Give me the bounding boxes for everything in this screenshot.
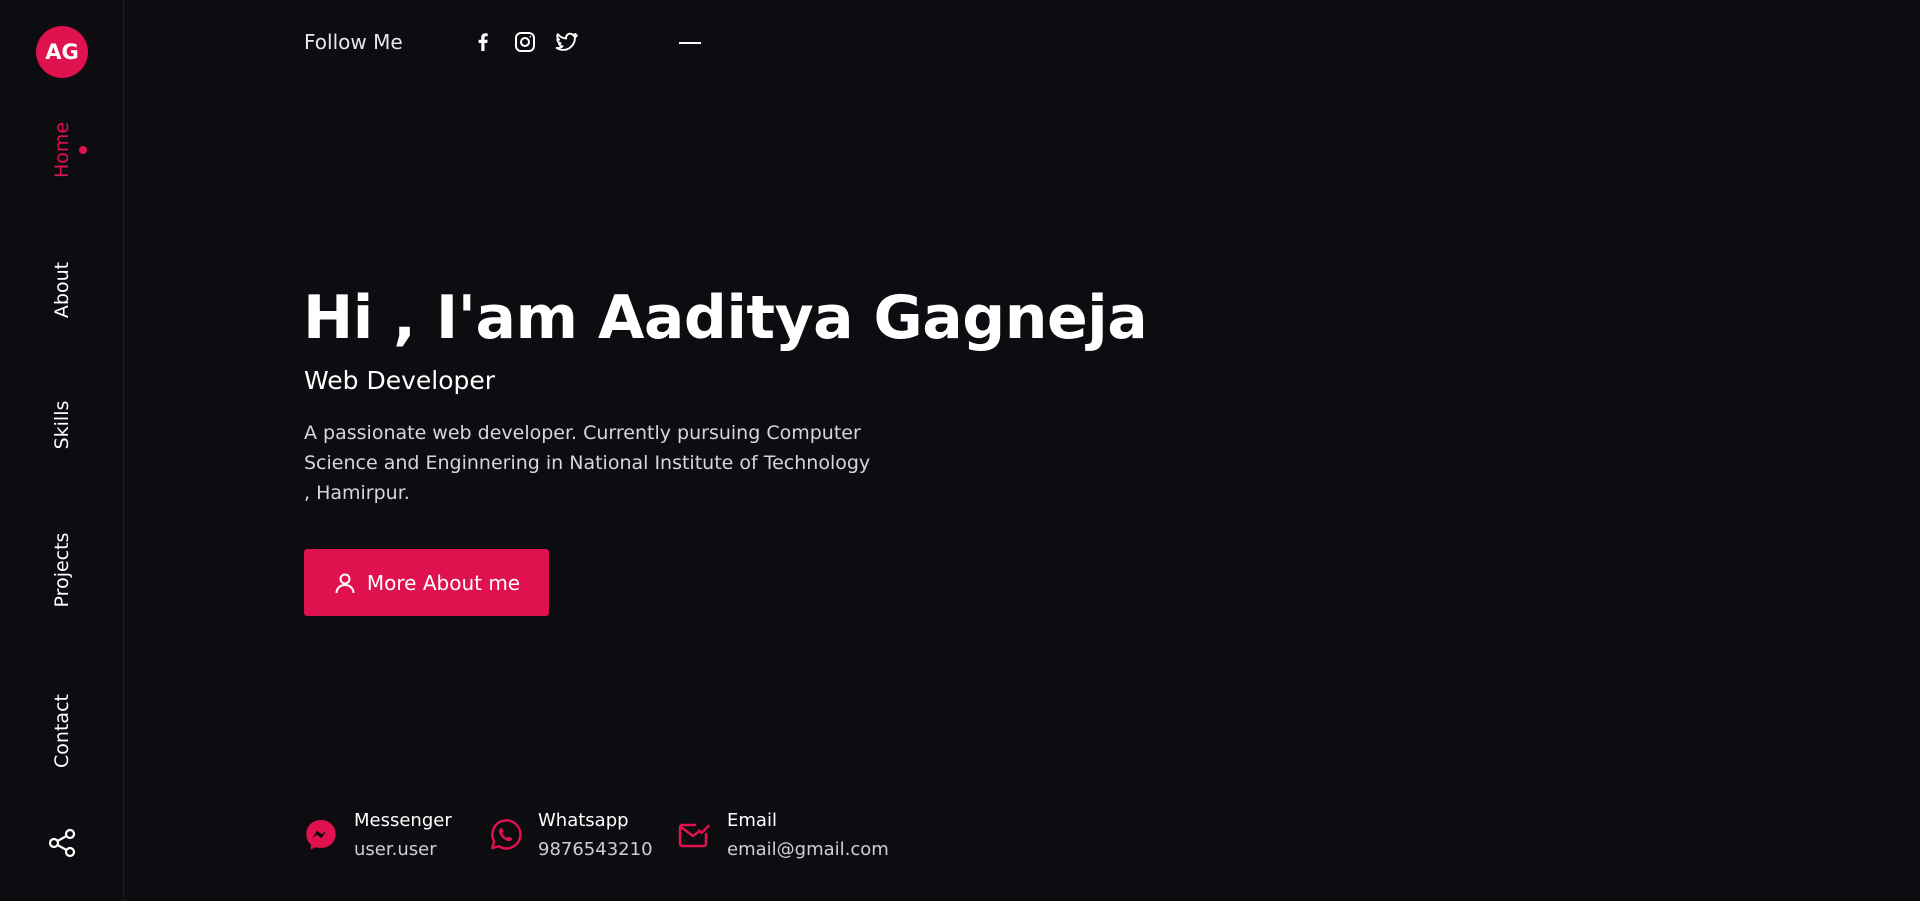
share-icon[interactable] — [47, 828, 77, 858]
menu-dash-icon[interactable] — [679, 42, 701, 44]
email-icon — [678, 823, 710, 848]
hero-description: A passionate web developer. Currently pu… — [304, 422, 871, 504]
more-about-me-label: More About me — [366, 570, 521, 595]
instagram-icon[interactable] — [513, 30, 537, 54]
hero-title: Hi , I'am Aaditya Gagneja — [303, 283, 1148, 353]
nav-item-contact[interactable]: Contact — [51, 694, 73, 768]
contact-title: Email — [727, 810, 777, 831]
contact-value: user.user — [354, 839, 437, 860]
logo-avatar[interactable]: AG — [36, 26, 88, 78]
twitter-icon[interactable] — [554, 30, 578, 54]
facebook-icon[interactable] — [471, 30, 495, 54]
hero-subtitle: Web Developer — [304, 366, 496, 395]
nav-item-about[interactable]: About — [51, 262, 73, 318]
follow-me-label: Follow Me — [304, 30, 403, 54]
messenger-icon — [306, 820, 336, 850]
sidebar: AG Home About Skills Projects Contact — [0, 0, 124, 901]
contact-title: Messenger — [354, 810, 452, 831]
contact-value: 9876543210 — [538, 839, 653, 860]
user-icon — [335, 573, 355, 593]
logo-text: AG — [45, 40, 79, 64]
contact-value: email@gmail.com — [727, 839, 889, 860]
nav-item-home[interactable]: Home — [51, 122, 73, 178]
nav-item-projects[interactable]: Projects — [51, 533, 73, 608]
more-about-me-button[interactable]: More About me — [304, 549, 549, 616]
active-indicator-dot — [79, 146, 87, 154]
contact-title: Whatsapp — [538, 810, 629, 831]
whatsapp-icon — [491, 819, 522, 850]
nav-item-skills[interactable]: Skills — [51, 401, 73, 450]
